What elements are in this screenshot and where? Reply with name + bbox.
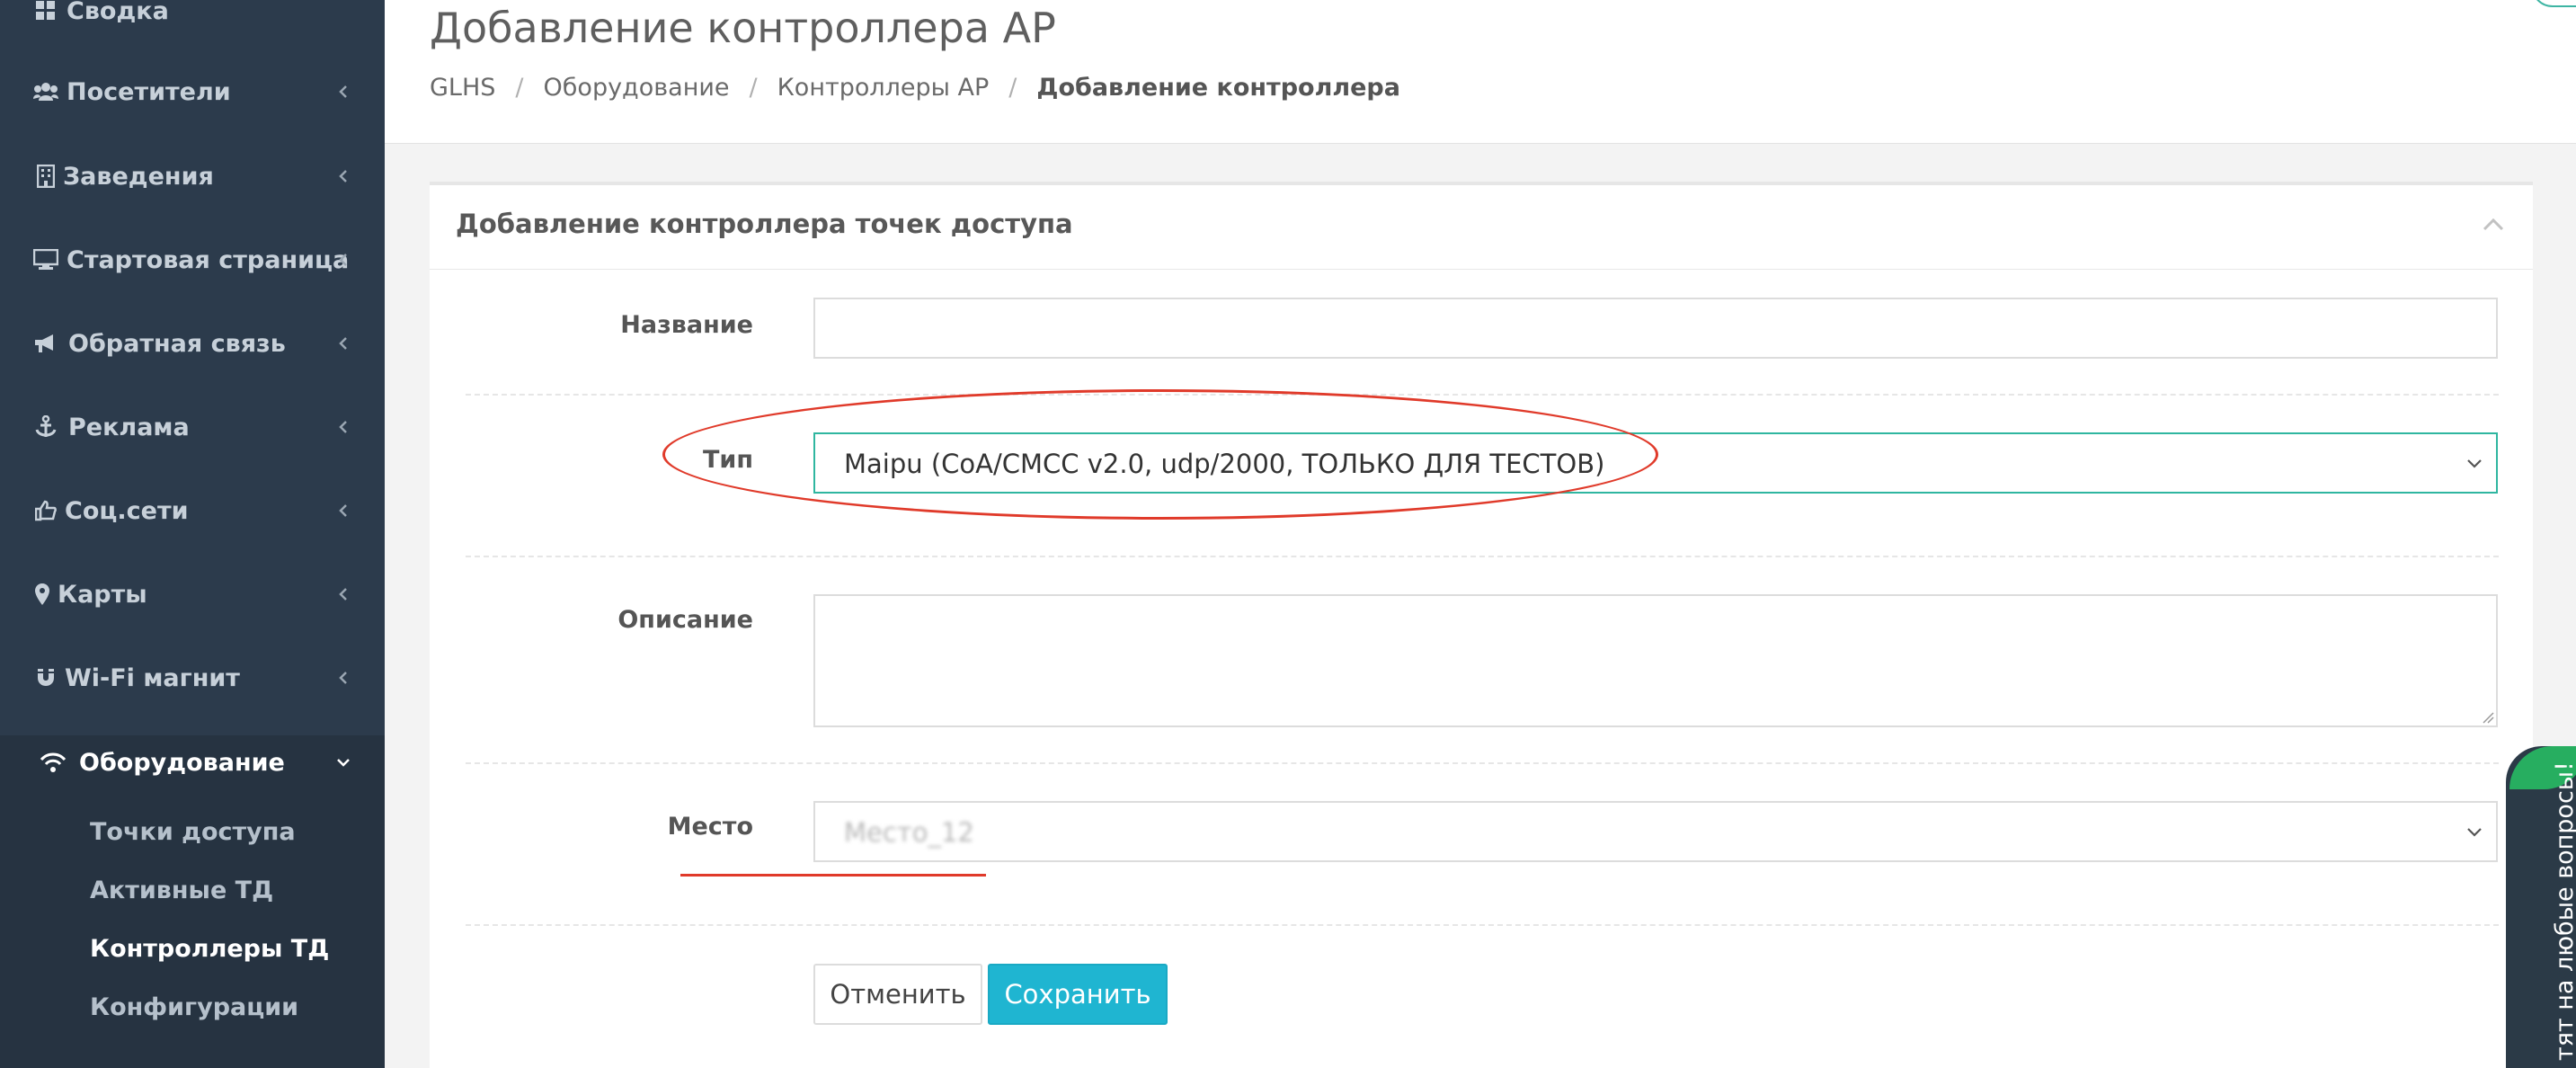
chevron-left-icon <box>339 170 347 182</box>
chat-widget-label[interactable]: тят на любые вопросы! <box>2551 761 2576 1061</box>
thumbs-up-icon <box>32 497 59 524</box>
chevron-left-icon <box>339 254 347 266</box>
breadcrumb-separator: / <box>515 74 524 102</box>
sidebar-item-label: Заведения <box>63 162 214 191</box>
name-label: Название <box>620 311 753 339</box>
sidebar-item-label: Стартовая страница <box>67 245 350 274</box>
panel-header: Добавление контроллера точек доступа <box>430 185 2533 270</box>
sidebar-item-label: Обратная связь <box>68 329 286 358</box>
sidebar-item-social[interactable]: Соц.сети <box>0 484 385 538</box>
megaphone-icon <box>32 330 59 357</box>
wifi-icon <box>40 749 67 776</box>
chevron-left-icon <box>339 588 347 601</box>
building-icon <box>32 163 59 190</box>
sidebar-item-label: Соц.сети <box>65 496 189 525</box>
breadcrumb-item-glhs[interactable]: GLHS <box>430 74 495 102</box>
breadcrumb-separator: / <box>1008 74 1017 102</box>
chevron-left-icon <box>339 337 347 350</box>
map-marker-icon <box>29 581 56 608</box>
panel-title: Добавление контроллера точек доступа <box>456 209 1073 239</box>
chevron-down-icon <box>2467 459 2482 468</box>
sidebar-item-wifi-magnet[interactable]: Wi-Fi магнит <box>0 651 385 705</box>
page-title: Добавление контроллера AP <box>430 4 1056 52</box>
form-divider <box>466 762 2499 764</box>
sidebar-item-ads[interactable]: Реклама <box>0 400 385 454</box>
top-right-button-edge[interactable] <box>2531 0 2576 7</box>
chevron-left-icon <box>339 421 347 433</box>
chevron-down-icon <box>337 759 350 767</box>
page-header: Добавление контроллера AP GLHS / Оборудо… <box>385 0 2576 144</box>
sidebar-subitem-ap-controllers[interactable]: Контроллеры ТД <box>90 935 329 963</box>
magnet-icon <box>32 664 59 691</box>
sidebar-item-maps[interactable]: Карты <box>0 567 385 621</box>
chevron-left-icon <box>339 672 347 684</box>
sidebar-item-equipment[interactable]: Оборудование <box>0 735 385 789</box>
description-label: Описание <box>617 606 753 634</box>
sidebar-item-visitors[interactable]: Посетители <box>0 65 385 119</box>
form-divider <box>466 556 2499 557</box>
sidebar-submenu: Точки доступа Активные ТД Контроллеры ТД… <box>0 788 385 1068</box>
place-select[interactable]: Место_12 <box>813 801 2498 862</box>
sidebar-item-label: Оборудование <box>79 748 285 777</box>
form-divider <box>466 394 2499 396</box>
breadcrumb-separator: / <box>749 74 758 102</box>
chevron-up-icon[interactable] <box>2481 216 2506 234</box>
description-textarea[interactable] <box>813 594 2498 727</box>
sidebar-item-label: Карты <box>58 580 147 609</box>
sidebar-item-summary[interactable]: Сводка <box>0 0 385 38</box>
sidebar-item-label: Посетители <box>67 77 231 106</box>
form-divider <box>466 924 2499 926</box>
chevron-left-icon <box>339 85 347 98</box>
anchor-icon <box>32 414 59 441</box>
sidebar-item-venues[interactable]: Заведения <box>0 149 385 203</box>
sidebar-subitem-access-points[interactable]: Точки доступа <box>90 818 296 846</box>
resize-handle-icon[interactable] <box>2480 709 2494 724</box>
sidebar: Сводка Посетители Заведения Стартовая ст… <box>0 0 385 1068</box>
annotation-underline <box>680 874 986 877</box>
place-label: Место <box>667 813 753 841</box>
chevron-down-icon <box>2467 828 2482 837</box>
annotation-ellipse <box>662 389 1658 520</box>
add-controller-panel: Добавление контроллера точек доступа Наз… <box>430 182 2533 1068</box>
sidebar-subitem-configurations[interactable]: Конфигурации <box>90 993 298 1021</box>
sidebar-item-label: Сводка <box>67 0 169 25</box>
save-button[interactable]: Сохранить <box>988 964 1168 1025</box>
sidebar-item-feedback[interactable]: Обратная связь <box>0 316 385 370</box>
users-icon <box>32 78 59 105</box>
chevron-left-icon <box>339 504 347 517</box>
breadcrumb-item-ap-controllers[interactable]: Контроллеры AP <box>777 74 990 102</box>
sidebar-subitem-active-aps[interactable]: Активные ТД <box>90 877 273 904</box>
name-input[interactable] <box>813 298 2498 359</box>
cancel-button[interactable]: Отменить <box>813 964 982 1025</box>
breadcrumb-item-current: Добавление контроллера <box>1036 74 1400 102</box>
dashboard-icon <box>32 0 59 24</box>
sidebar-item-label: Wi-Fi магнит <box>65 663 240 692</box>
breadcrumb-item-equipment[interactable]: Оборудование <box>544 74 730 102</box>
sidebar-item-label: Реклама <box>68 413 190 441</box>
place-select-value: Место_12 <box>844 817 974 848</box>
sidebar-item-start-page[interactable]: Стартовая страница <box>0 233 385 287</box>
desktop-icon <box>32 246 59 273</box>
breadcrumb: GLHS / Оборудование / Контроллеры AP / Д… <box>430 74 1400 102</box>
